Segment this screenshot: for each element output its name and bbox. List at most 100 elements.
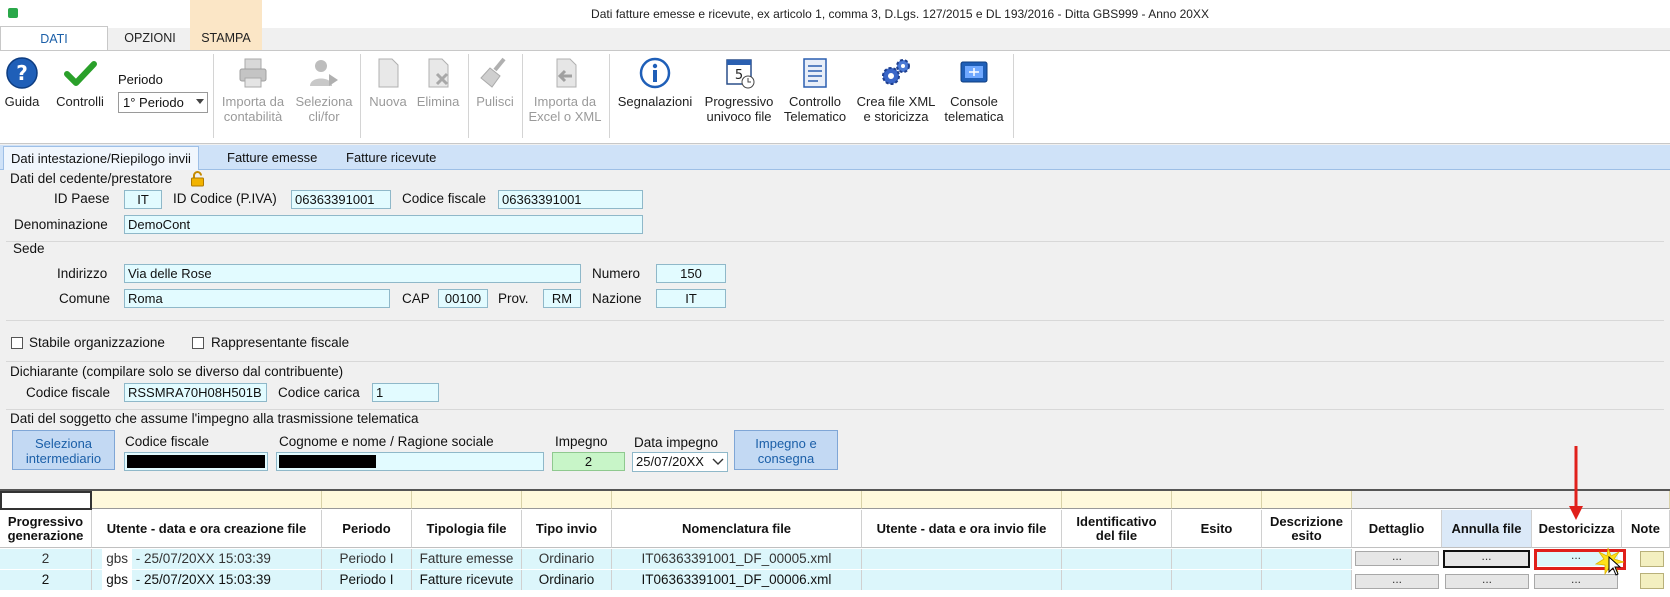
dettaglio-button[interactable]: ... — [1355, 573, 1439, 589]
id-paese-field[interactable]: IT — [124, 190, 162, 209]
help-icon: ? — [6, 57, 38, 89]
id-codice-field[interactable]: 06363391001 — [291, 190, 391, 209]
ribbon-separator — [522, 54, 523, 138]
dichiarante-cf-field[interactable]: RSSMRA70H08H501B — [124, 383, 267, 402]
denominazione-field[interactable]: DemoCont — [124, 215, 643, 234]
codice-carica-label: Codice carica — [278, 385, 360, 400]
col-header-tipologia[interactable]: Tipologia file — [412, 510, 522, 548]
delete-document-icon — [428, 58, 449, 88]
filter-cell[interactable] — [522, 491, 612, 509]
data-impegno-value: 25/07/20XX — [636, 454, 704, 469]
seleziona-intermediario-button[interactable]: Seleziona intermediario — [12, 430, 115, 470]
col-header-utente-invio[interactable]: Utente - data e ora invio file — [862, 510, 1062, 548]
note-icon[interactable] — [1640, 573, 1664, 589]
ribbon-separator — [468, 54, 469, 138]
impegno-field[interactable]: 2 — [552, 452, 625, 471]
ribbon-separator — [213, 54, 214, 138]
col-header-descrizione-esito[interactable]: Descrizione esito — [1262, 510, 1352, 548]
col-header-note[interactable]: Note — [1622, 510, 1670, 548]
cell-identificativo — [1062, 570, 1172, 590]
tab-fatture-emesse[interactable]: Fatture emesse — [220, 146, 324, 170]
impegno-cf-field[interactable] — [124, 452, 268, 471]
segnalazioni-button[interactable]: Segnalazioni — [614, 56, 696, 109]
filter-cell[interactable] — [1172, 491, 1262, 509]
col-header-periodo[interactable]: Periodo — [322, 510, 412, 548]
cell-created: - 25/07/20XX 15:03:39 — [135, 551, 271, 566]
nazione-field[interactable]: IT — [656, 289, 726, 308]
info-icon — [639, 57, 671, 89]
filter-cell[interactable] — [92, 491, 322, 509]
divider — [6, 361, 1664, 362]
cell-tipologia: Fatture ricevute — [412, 570, 522, 590]
numero-label: Numero — [592, 266, 641, 281]
indirizzo-field[interactable]: Via delle Rose — [124, 264, 581, 283]
tab-stampa[interactable]: STAMPA — [190, 0, 262, 50]
annulla-file-button[interactable]: ... — [1443, 550, 1530, 568]
elimina-button[interactable]: Elimina — [414, 56, 462, 109]
filter-cell[interactable] — [1262, 491, 1352, 509]
nuova-button[interactable]: Nuova — [366, 56, 410, 109]
filter-cell[interactable] — [1062, 491, 1172, 509]
controllo-telematico-label-1: Controllo — [788, 94, 842, 109]
filter-cell[interactable] — [322, 491, 412, 509]
nuova-label: Nuova — [369, 94, 407, 109]
importa-excel-button[interactable]: Importa da Excel o XML — [526, 56, 604, 124]
filter-cell[interactable] — [862, 491, 1062, 509]
cap-field[interactable]: 00100 — [438, 289, 488, 308]
tab-dati-intestazione[interactable]: Dati intestazione/Riepilogo invii — [3, 146, 199, 170]
controllo-telematico-button[interactable]: Controllo Telematico — [780, 56, 850, 124]
import-file-icon — [556, 58, 577, 88]
impegno-nome-field[interactable] — [276, 452, 544, 471]
data-impegno-picker[interactable]: 25/07/20XX — [632, 452, 728, 472]
filter-cell[interactable] — [412, 491, 522, 509]
filter-cell[interactable] — [612, 491, 862, 509]
console-telematica-button[interactable]: Console telematica — [940, 56, 1008, 124]
codice-fiscale-field[interactable]: 06363391001 — [498, 190, 643, 209]
col-header-annulla-file[interactable]: Annulla file — [1442, 510, 1532, 548]
seleziona-clifor-button[interactable]: Seleziona cli/for — [292, 56, 356, 124]
stabile-organizzazione-checkbox[interactable] — [11, 337, 23, 349]
ribbon-separator — [609, 54, 610, 138]
id-codice-label: ID Codice (P.IVA) — [173, 191, 277, 206]
dichiarante-title: Dichiarante (compilare solo se diverso d… — [10, 364, 344, 379]
console-label-2: telematica — [944, 109, 1004, 124]
controlli-button[interactable]: Controlli — [52, 56, 108, 109]
chevron-down-icon — [712, 458, 724, 465]
pulisci-button[interactable]: Pulisci — [472, 56, 518, 109]
destoricizza-button[interactable]: ... — [1534, 573, 1618, 589]
col-header-identificativo[interactable]: Identificativo del file — [1062, 510, 1172, 548]
crea-xml-button[interactable]: Crea file XML e storicizza — [852, 56, 940, 124]
col-header-text: Identificativo — [1076, 513, 1157, 529]
numero-field[interactable]: 150 — [656, 264, 726, 283]
col-header-esito[interactable]: Esito — [1172, 510, 1262, 548]
codice-fiscale-label: Codice fiscale — [402, 191, 487, 206]
controlli-label: Controlli — [56, 94, 104, 109]
prov-field[interactable]: RM — [543, 289, 581, 308]
comune-field[interactable]: Roma — [124, 289, 390, 308]
gears-icon — [882, 59, 910, 85]
col-header-utente-creazione[interactable]: Utente - data e ora creazione file — [92, 510, 322, 548]
tab-opzioni[interactable]: OPZIONI — [108, 26, 192, 50]
tab-dati-fatture[interactable]: DATI FATTURE — [0, 26, 108, 70]
col-header-tipo-invio[interactable]: Tipo invio — [522, 510, 612, 548]
impegno-nome-label: Cognome e nome / Ragione sociale — [279, 434, 494, 449]
note-icon[interactable] — [1640, 551, 1664, 567]
guida-button[interactable]: ? Guida — [4, 56, 40, 109]
filter-cell[interactable] — [0, 491, 92, 510]
dettaglio-button[interactable]: ... — [1355, 550, 1439, 566]
tab-fatture-ricevute[interactable]: Fatture ricevute — [339, 146, 443, 170]
dichiarante-cf-label: Codice fiscale — [26, 385, 111, 400]
annulla-file-button[interactable]: ... — [1445, 573, 1529, 589]
rappresentante-fiscale-checkbox[interactable] — [192, 337, 204, 349]
divider — [6, 320, 1664, 321]
progressivo-button[interactable]: 5 Progressivo univoco file — [700, 56, 778, 124]
periodo-select[interactable]: 1° Periodo — [118, 92, 208, 113]
elimina-label: Elimina — [416, 94, 460, 109]
impegno-consegna-button[interactable]: Impegno e consegna — [734, 430, 838, 470]
col-header-nomenclatura[interactable]: Nomenclatura file — [612, 510, 862, 548]
col-header-dettaglio[interactable]: Dettaglio — [1352, 510, 1442, 548]
col-header-progressivo[interactable]: Progressivo generazione — [0, 510, 92, 548]
col-header-text: generazione — [7, 527, 84, 543]
importa-contabilita-button[interactable]: Importa da contabilità — [216, 56, 290, 124]
codice-carica-field[interactable]: 1 — [372, 383, 439, 402]
